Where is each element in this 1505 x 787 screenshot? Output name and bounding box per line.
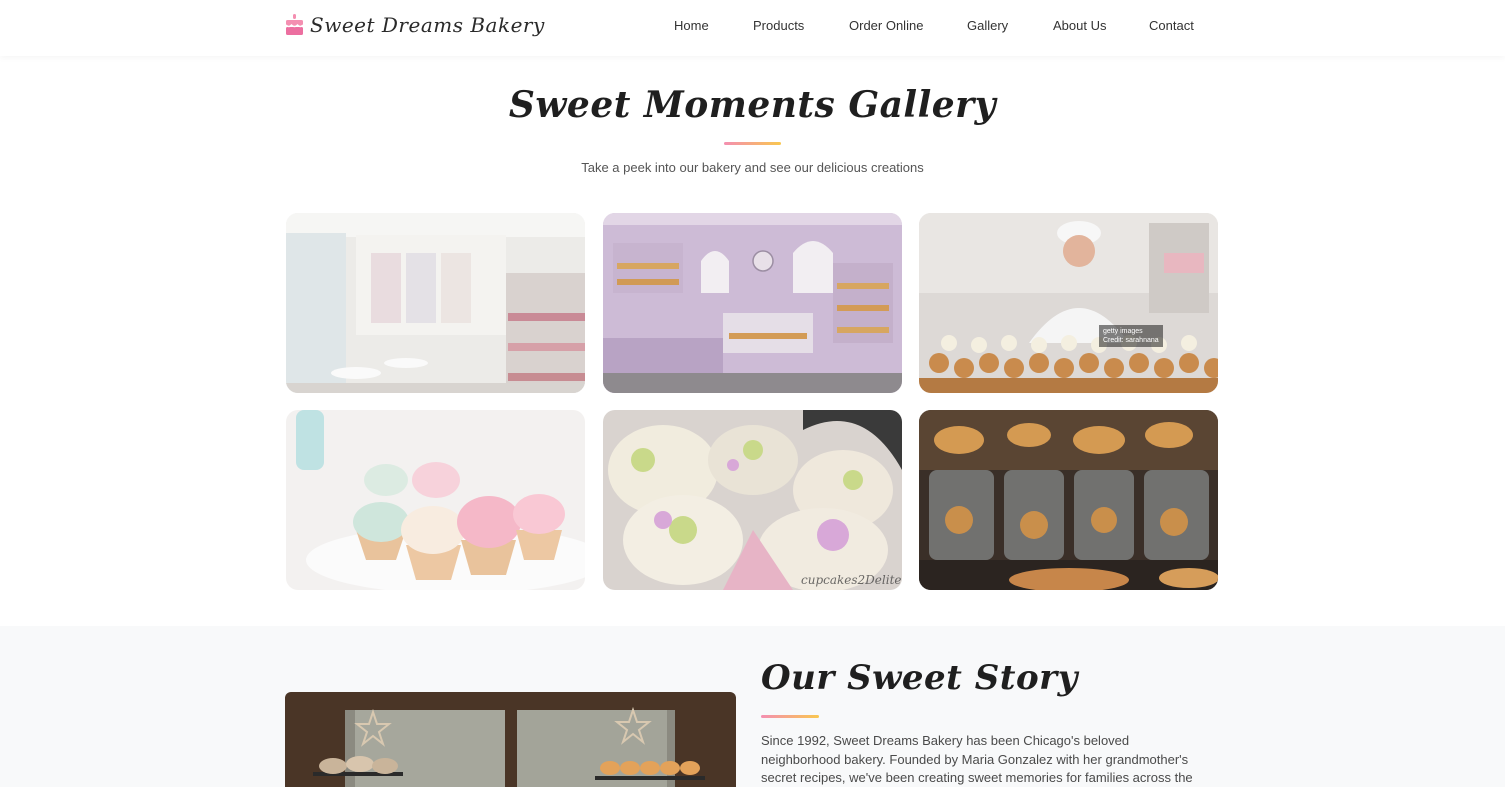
- gallery-subtitle: Take a peek into our bakery and see our …: [581, 160, 924, 175]
- photo-credit-tag: getty images Credit: sarahnana: [1099, 325, 1163, 347]
- nav-contact[interactable]: Contact: [1149, 18, 1194, 33]
- story-section: [0, 626, 1505, 787]
- photo-watermark: cupcakes2Delite: [801, 573, 902, 587]
- cookie-jars-image: [919, 410, 1218, 590]
- cupcakes-image: [286, 410, 585, 590]
- story-paragraph: Since 1992, Sweet Dreams Bakery has been…: [761, 733, 1193, 785]
- nav-about-us[interactable]: About Us: [1053, 18, 1106, 33]
- gallery-title: Sweet Moments Gallery: [508, 84, 997, 126]
- title-divider: [724, 142, 781, 145]
- main-nav: Home Products Order Online Gallery About…: [0, 18, 1505, 38]
- gallery-image-pastel-cupcakes[interactable]: [286, 410, 585, 590]
- baker-image: [919, 213, 1218, 393]
- bakery-window-image: [285, 692, 736, 787]
- gallery-image-baker[interactable]: getty images Credit: sarahnana: [919, 213, 1218, 393]
- nav-order-online[interactable]: Order Online: [849, 18, 923, 33]
- nav-gallery[interactable]: Gallery: [967, 18, 1008, 33]
- nav-products[interactable]: Products: [753, 18, 804, 33]
- bakery-interior-image: [603, 213, 902, 393]
- site-header: Sweet Dreams Bakery Home Products Order …: [0, 0, 1505, 56]
- story-image: [285, 692, 736, 787]
- gallery-image-cookie-jars[interactable]: [919, 410, 1218, 590]
- nav-home[interactable]: Home: [674, 18, 709, 33]
- story-title: Our Sweet Story: [761, 658, 1078, 698]
- flower-cupcakes-image: [603, 410, 902, 590]
- gallery-image-lavender-interior[interactable]: [603, 213, 902, 393]
- gallery-image-flower-cupcakes[interactable]: cupcakes2Delite: [603, 410, 902, 590]
- gallery-image-white-interior[interactable]: [286, 213, 585, 393]
- bakery-interior-image: [286, 213, 585, 393]
- story-title-divider: [761, 715, 819, 718]
